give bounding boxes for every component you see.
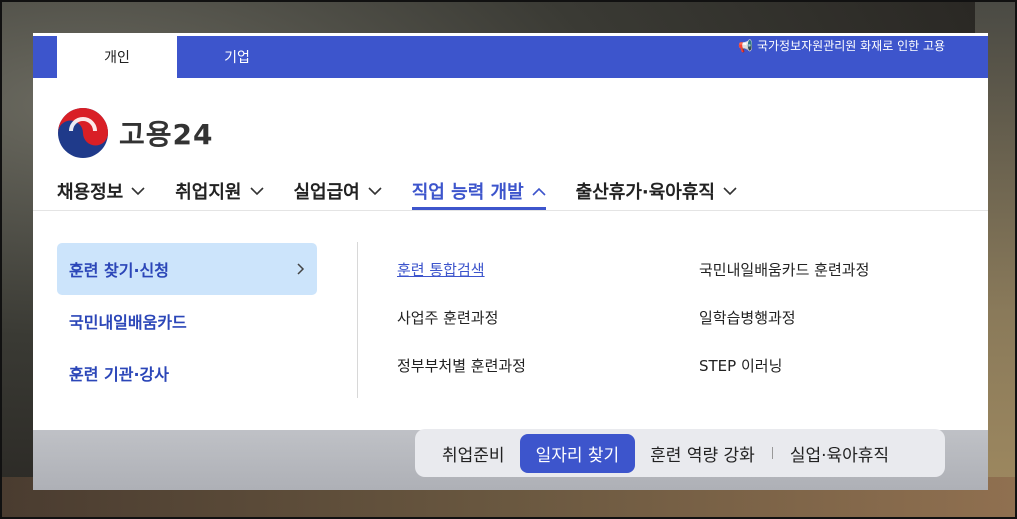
tab-personal[interactable]: 개인 xyxy=(57,36,177,78)
chevron-down-icon xyxy=(723,186,737,195)
side-item-training-institutions[interactable]: 훈련 기관·강사 xyxy=(57,347,317,399)
site-logo[interactable]: 고용24 xyxy=(57,107,214,159)
taegeuk-logo-icon xyxy=(58,108,108,158)
notice-banner[interactable]: 📢 국가정보자원관리원 화재로 인한 고용 xyxy=(738,39,988,53)
link-employer-training[interactable]: 사업주 훈련과정 xyxy=(397,307,498,328)
chevron-up-icon xyxy=(532,187,546,196)
link-step-elearning[interactable]: STEP 이러닝 xyxy=(699,355,782,376)
nav-divider xyxy=(33,210,988,211)
gnb-label: 출산휴가·육아휴직 xyxy=(575,182,715,203)
chevron-down-icon xyxy=(131,186,145,195)
gnb-item-parental-leave[interactable]: 출산휴가·육아휴직 xyxy=(576,173,737,209)
link-learning-card-courses[interactable]: 국민내일배움카드 훈련과정 xyxy=(699,259,869,280)
quick-nav: 취업준비 일자리 찾기 훈련 역량 강화 실업·육아휴직 xyxy=(415,429,945,477)
gnb-item-jobs[interactable]: 채용정보 xyxy=(57,173,145,209)
chevron-right-icon xyxy=(297,263,305,275)
chevron-down-icon xyxy=(249,186,264,195)
quicknav-training[interactable]: 훈련 역량 강화 xyxy=(635,435,770,472)
notice-text: 국가정보자원관리원 화재로 인한 고용 xyxy=(756,39,946,53)
global-nav: 채용정보 취업지원 실업급여 직업 능력 개발 출산휴가·육아휴직 xyxy=(57,173,767,210)
gnb-item-unemployment-benefit[interactable]: 실업급여 xyxy=(294,173,382,209)
quicknav-separator xyxy=(771,447,773,459)
side-item-label: 국민내일배움카드 xyxy=(69,313,187,332)
chevron-down-icon xyxy=(368,186,382,195)
submenu-links: 훈련 통합검색 국민내일배움카드 훈련과정 사업주 훈련과정 일학습병행과정 정… xyxy=(397,251,957,401)
gnb-label: 채용정보 xyxy=(57,182,124,203)
gnb-item-skills-development[interactable]: 직업 능력 개발 xyxy=(411,173,546,210)
side-item-label: 훈련 기관·강사 xyxy=(69,365,169,384)
screenshot-frame: 📢 국가정보자원관리원 화재로 인한 고용 개인 기업 고용24 채용정보 취업… xyxy=(0,0,1017,519)
gnb-label: 실업급여 xyxy=(293,182,360,203)
quicknav-unemployment-leave[interactable]: 실업·육아휴직 xyxy=(775,435,904,472)
megaphone-icon: 📢 xyxy=(738,39,753,53)
link-work-study-courses[interactable]: 일학습병행과정 xyxy=(699,307,796,328)
side-item-learning-card[interactable]: 국민내일배움카드 xyxy=(57,295,317,347)
quicknav-job-prep[interactable]: 취업준비 xyxy=(427,435,520,472)
submenu-divider xyxy=(357,242,358,398)
side-item-label: 훈련 찾기·신청 xyxy=(69,261,169,280)
link-integrated-search[interactable]: 훈련 통합검색 xyxy=(397,259,485,280)
quicknav-find-jobs[interactable]: 일자리 찾기 xyxy=(519,433,636,473)
gnb-item-employment-support[interactable]: 취업지원 xyxy=(175,173,264,209)
webpage: 📢 국가정보자원관리원 화재로 인한 고용 개인 기업 고용24 채용정보 취업… xyxy=(33,33,988,490)
gnb-label: 직업 능력 개발 xyxy=(411,182,524,203)
link-ministry-training[interactable]: 정부부처별 훈련과정 xyxy=(397,355,526,376)
tab-company[interactable]: 기업 xyxy=(177,36,297,78)
logo-text: 고용24 xyxy=(119,118,214,151)
submenu-sidebar: 훈련 찾기·신청 국민내일배움카드 훈련 기관·강사 xyxy=(57,243,317,399)
side-item-find-training[interactable]: 훈련 찾기·신청 xyxy=(57,243,317,295)
gnb-label: 취업지원 xyxy=(175,182,242,203)
